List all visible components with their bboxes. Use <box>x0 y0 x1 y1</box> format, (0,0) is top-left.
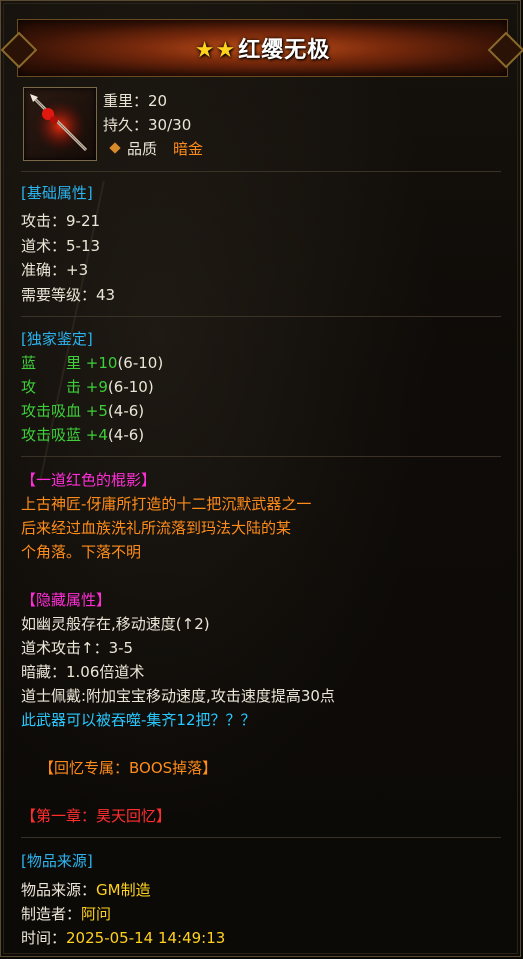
star-icon: ★★ <box>194 38 237 63</box>
hidden-attributes-header: 【隐藏属性】 <box>21 591 112 609</box>
hidden-attribute-line: 道术攻击↑：3-5 <box>21 639 134 657</box>
quality-diamond-icon <box>109 141 121 154</box>
item-name: 红缨无极 <box>238 38 331 63</box>
weapon-spear-icon <box>30 94 88 152</box>
item-title: ★★红缨无极 <box>195 32 330 64</box>
item-origin: 物品来源：GM制造 <box>21 881 151 899</box>
chapter-label: 【第一章：昊天回忆】 <box>21 807 172 825</box>
exclusive-appraisal-header: [独家鉴定] <box>21 330 93 348</box>
basic-attributes-header: [基础属性] <box>21 184 93 202</box>
devour-note: 此武器可以被吞噬-集齐12把？？？ <box>21 711 256 729</box>
basic-attribute-line: 道术：5-13 <box>21 237 101 255</box>
banner-ornament-left <box>0 31 38 69</box>
divider <box>21 456 501 457</box>
exclusive-attribute-line: 攻击吸血 +5(4-6) <box>21 402 145 420</box>
item-time: 时间：2025-05-14 14:49:13 <box>21 929 226 947</box>
memory-exclusive-label: 【回忆专属：BOOS掉落】 <box>39 759 218 777</box>
divider <box>21 171 501 172</box>
item-icon-frame[interactable] <box>23 87 97 161</box>
hidden-attribute-line: 如幽灵般存在,移动速度(↑2) <box>21 615 210 633</box>
divider <box>21 837 501 838</box>
lore-title: 【一道红色的棍影】 <box>21 471 157 489</box>
banner-ornament-right <box>487 31 523 69</box>
item-maker: 制造者：阿问 <box>21 905 112 923</box>
exclusive-attribute-line: 攻 击 +9(6-10) <box>21 378 154 396</box>
basic-attribute-line: 攻击：9-21 <box>21 212 101 230</box>
item-tooltip-panel: ★★红缨无极 重里：20 持久：30/30 品质 暗金 [基础属性] 攻击：9-2… <box>0 0 523 957</box>
item-source-header: [物品来源] <box>21 852 93 870</box>
quality-stat: 品质 暗金 <box>109 138 204 159</box>
lore-line: 上古神匠-伢庸所打造的十二把沉默武器之一 <box>21 495 312 513</box>
exclusive-attribute-line: 攻击吸蓝 +4(4-6) <box>21 426 145 444</box>
exclusive-attribute-line: 蓝 里 +10(6-10) <box>21 354 164 372</box>
durability-stat: 持久：30/30 <box>103 116 192 134</box>
basic-attribute-line: 准确：+3 <box>21 261 89 279</box>
lore-line: 后来经过血族洗礼所流落到玛法大陆的某 <box>21 519 292 537</box>
weight-stat: 重里：20 <box>103 92 168 110</box>
quality-value: 暗金 <box>173 140 204 158</box>
lore-line: 个角落。下落不明 <box>21 543 142 561</box>
hidden-attribute-line: 道士佩戴:附加宝宝移动速度,攻击速度提高30点 <box>21 687 335 705</box>
divider <box>21 316 501 317</box>
hidden-attribute-line: 暗藏：1.06倍道术 <box>21 663 145 681</box>
item-title-banner: ★★红缨无极 <box>0 19 523 77</box>
basic-attribute-line: 需要等级：43 <box>21 286 116 304</box>
